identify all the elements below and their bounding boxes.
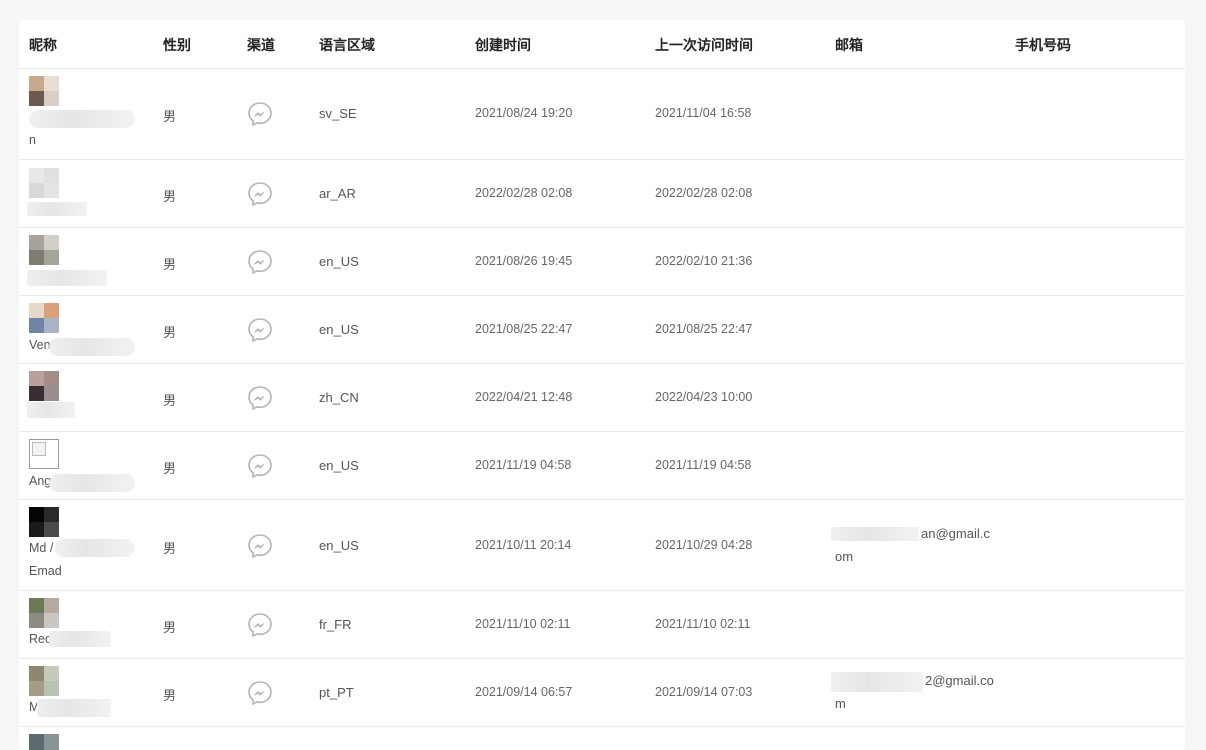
messenger-icon — [247, 453, 273, 479]
gender-cell: 男 — [163, 325, 177, 340]
gender-cell: 男 — [163, 461, 177, 476]
created-time-cell: 2022/02/28 02:08 — [475, 186, 573, 200]
locale-cell: en_US — [319, 254, 359, 269]
gender-cell: 男 — [163, 189, 177, 204]
created-time-cell: 2021/10/11 20:14 — [475, 538, 572, 552]
redacted-name — [55, 539, 135, 557]
locale-cell: sv_SE — [319, 106, 357, 121]
created-time-cell: 2022/04/21 12:48 — [475, 390, 573, 404]
created-time-cell: 2021/09/14 06:57 — [475, 685, 573, 699]
last-visit-cell: 2022/04/23 10:00 — [655, 390, 753, 404]
header-gender[interactable]: 性别 — [163, 35, 191, 55]
avatar — [29, 507, 59, 537]
gender-cell: 男 — [163, 620, 177, 635]
avatar — [29, 168, 59, 198]
locale-cell: en_US — [319, 538, 359, 553]
messenger-icon — [247, 317, 273, 343]
messenger-icon — [247, 249, 273, 275]
last-visit-cell: 2022/02/10 21:36 — [655, 254, 753, 268]
nickname-text: n — [29, 133, 36, 147]
locale-cell: zh_CN — [319, 390, 359, 405]
created-time-cell: 2021/11/19 04:58 — [475, 458, 572, 472]
locale-cell: fr_FR — [319, 617, 352, 632]
redacted-name — [49, 338, 135, 356]
redacted-name — [49, 631, 111, 647]
table-row[interactable]: 男 en_US 2021/08/26 19:45 2022/02/10 21:3… — [19, 228, 1185, 296]
table-row[interactable]: Rec 男 fr_FR 2021/11/10 02:11 2021/11/10 … — [19, 591, 1185, 659]
last-visit-cell: 2021/11/10 02:11 — [655, 617, 751, 631]
gender-cell: 男 — [163, 688, 177, 703]
nickname-text: Ven — [29, 338, 51, 352]
created-time-cell: 2021/08/26 19:45 — [475, 254, 573, 268]
messenger-icon — [247, 385, 273, 411]
last-visit-cell: 2021/11/19 04:58 — [655, 458, 752, 472]
broken-image-icon — [29, 439, 59, 469]
gender-cell: 男 — [163, 393, 177, 408]
redacted-name — [27, 202, 87, 216]
table-row[interactable]: 男 zh_CN 2022/04/21 12:48 2022/04/23 10:0… — [19, 364, 1185, 432]
locale-cell: en_US — [319, 458, 359, 473]
table-row[interactable] — [19, 727, 1185, 750]
table-row[interactable]: Md / Emad 男 en_US 2021/10/11 20:14 2021/… — [19, 500, 1185, 591]
table-row[interactable]: n 男 sv_SE 2021/08/24 19:20 2021/11/04 16… — [19, 69, 1185, 160]
messenger-icon — [247, 181, 273, 207]
created-time-cell: 2021/08/25 22:47 — [475, 322, 573, 336]
avatar — [29, 76, 59, 106]
header-phone[interactable]: 手机号码 — [1015, 35, 1071, 55]
email-cell: an@gmail.c — [921, 526, 990, 541]
redacted-name — [49, 474, 135, 492]
last-visit-cell: 2022/02/28 02:08 — [655, 186, 753, 200]
avatar — [29, 666, 59, 696]
avatar — [29, 303, 59, 333]
redacted-name — [37, 699, 111, 717]
messenger-icon — [247, 680, 273, 706]
avatar — [29, 235, 59, 265]
header-channel[interactable]: 渠道 — [247, 35, 275, 55]
redacted-email — [831, 672, 923, 692]
table-row[interactable]: M 男 pt_PT 2021/09/14 06:57 2021/09/14 07… — [19, 659, 1185, 727]
header-nickname[interactable]: 昵称 — [29, 35, 57, 55]
redacted-name — [29, 110, 135, 128]
created-time-cell: 2021/08/24 19:20 — [475, 106, 573, 120]
avatar — [29, 371, 59, 401]
table-row[interactable]: 男 ar_AR 2022/02/28 02:08 2022/02/28 02:0… — [19, 160, 1185, 228]
table-header: 昵称 性别 渠道 语言区域 创建时间 上一次访问时间 邮箱 手机号码 — [19, 20, 1185, 69]
avatar — [29, 734, 59, 750]
table-row[interactable]: Ang 男 en_US 2021/11/19 04:58 2021/11/19 … — [19, 432, 1185, 500]
last-visit-cell: 2021/09/14 07:03 — [655, 685, 753, 699]
nickname-text: Md / — [29, 541, 54, 555]
messenger-icon — [247, 533, 273, 559]
redacted-name — [27, 270, 107, 286]
nickname-text: Rec — [29, 632, 52, 646]
locale-cell: pt_PT — [319, 685, 354, 700]
email-cell: 2@gmail.co — [925, 673, 994, 688]
messenger-icon — [247, 612, 273, 638]
gender-cell: 男 — [163, 109, 177, 124]
last-visit-cell: 2021/11/04 16:58 — [655, 106, 752, 120]
last-visit-cell: 2021/08/25 22:47 — [655, 322, 753, 336]
email-cell-line2: om — [835, 549, 854, 564]
header-email[interactable]: 邮箱 — [835, 35, 863, 55]
user-table: 昵称 性别 渠道 语言区域 创建时间 上一次访问时间 邮箱 手机号码 n 男 s… — [19, 20, 1185, 750]
header-locale[interactable]: 语言区域 — [319, 35, 375, 55]
email-cell-line2: m — [835, 696, 846, 711]
locale-cell: en_US — [319, 322, 359, 337]
table-row[interactable]: Ven 男 en_US 2021/08/25 22:47 2021/08/25 … — [19, 296, 1185, 364]
redacted-email — [831, 527, 919, 541]
last-visit-cell: 2021/10/29 04:28 — [655, 538, 753, 552]
header-created-time[interactable]: 创建时间 — [475, 35, 531, 55]
nickname-text-line2: Emad — [29, 564, 62, 578]
nickname-text: Ang — [29, 474, 52, 488]
redacted-name — [27, 402, 75, 418]
messenger-icon — [247, 101, 273, 127]
created-time-cell: 2021/11/10 02:11 — [475, 617, 571, 631]
avatar — [29, 598, 59, 628]
header-last-visit-time[interactable]: 上一次访问时间 — [655, 35, 753, 55]
gender-cell: 男 — [163, 541, 177, 556]
locale-cell: ar_AR — [319, 186, 356, 201]
gender-cell: 男 — [163, 257, 177, 272]
